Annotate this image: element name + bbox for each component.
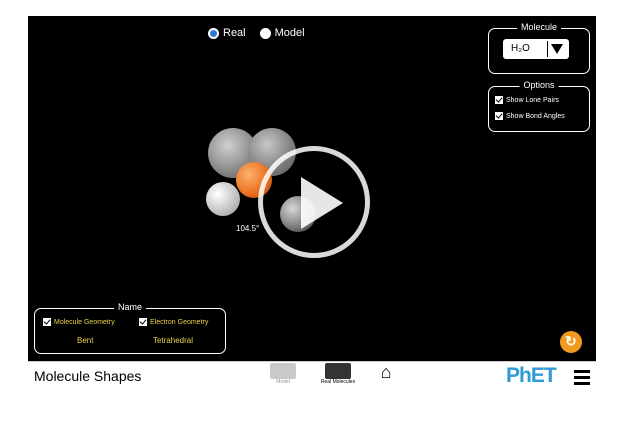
play-icon (301, 177, 343, 229)
model-screen-icon (270, 363, 296, 379)
hamburger-menu-icon[interactable] (574, 370, 590, 388)
molecule-geometry-checkbox[interactable] (43, 318, 51, 326)
real-molecules-screen-icon (325, 363, 351, 379)
radio-real[interactable]: Real (208, 27, 246, 39)
tab-model-label: Model (276, 379, 290, 385)
reset-all-button[interactable] (560, 331, 582, 353)
electron-geometry-option[interactable]: Electron Geometry (139, 318, 208, 326)
electron-geometry-label: Electron Geometry (150, 318, 209, 326)
phet-logo[interactable]: PhET (506, 364, 557, 388)
options-panel-legend: Options (519, 80, 559, 90)
name-panel: Name Molecule Geometry Electron Geometry… (34, 302, 226, 354)
molecule-panel: Molecule H₂O (488, 22, 590, 74)
sim-title: Molecule Shapes (34, 368, 142, 384)
tab-model[interactable]: Model (264, 363, 302, 385)
electron-geometry-value: Tetrahedral (153, 336, 194, 345)
show-lone-pairs-option[interactable]: Show Lone Pairs (495, 96, 559, 104)
triangle-down-icon[interactable] (551, 44, 563, 54)
molecule-geometry-label: Molecule Geometry (54, 318, 115, 326)
show-lone-pairs-checkbox[interactable] (495, 96, 503, 104)
menu-line-3 (574, 382, 590, 385)
menu-line-2 (574, 376, 590, 379)
tab-real-molecules-label: Real Molecules (320, 379, 356, 385)
molecule-panel-legend: Molecule (516, 22, 562, 32)
options-panel: Options Show Lone Pairs Show Bond Angles (488, 80, 590, 132)
radio-real-indicator[interactable] (208, 27, 219, 39)
molecule-select-separator (547, 41, 548, 57)
radio-model[interactable]: Model (259, 27, 305, 39)
simulation-screen: Real Model Molecule H₂O Options Show Lon… (28, 16, 596, 389)
bond-angle-label: 104.5° (236, 224, 260, 233)
view-mode-radio-group: Real Model (208, 27, 305, 39)
molecule-geometry-option[interactable]: Molecule Geometry (43, 318, 115, 326)
show-lone-pairs-label: Show Lone Pairs (506, 96, 559, 104)
hydrogen-atom-left (206, 182, 240, 216)
show-bond-angles-label: Show Bond Angles (506, 112, 565, 120)
name-panel-legend: Name (113, 302, 147, 312)
molecule-select-value: H₂O (511, 43, 530, 54)
show-bond-angles-option[interactable]: Show Bond Angles (495, 112, 565, 120)
molecule-select[interactable]: H₂O (503, 39, 569, 59)
radio-real-label: Real (223, 27, 246, 39)
navigation-bar: Molecule Shapes Model Real Molecules ⌂ P… (28, 361, 596, 389)
radio-model-label: Model (274, 27, 305, 39)
molecule-geometry-value: Bent (77, 336, 94, 345)
electron-geometry-checkbox[interactable] (139, 318, 147, 326)
home-button[interactable]: ⌂ (374, 362, 398, 383)
play-button[interactable] (258, 146, 370, 258)
show-bond-angles-checkbox[interactable] (495, 112, 503, 120)
tab-real-molecules[interactable]: Real Molecules (312, 363, 364, 385)
radio-model-indicator[interactable] (259, 27, 271, 39)
menu-line-1 (574, 370, 590, 373)
home-icon: ⌂ (380, 362, 392, 382)
